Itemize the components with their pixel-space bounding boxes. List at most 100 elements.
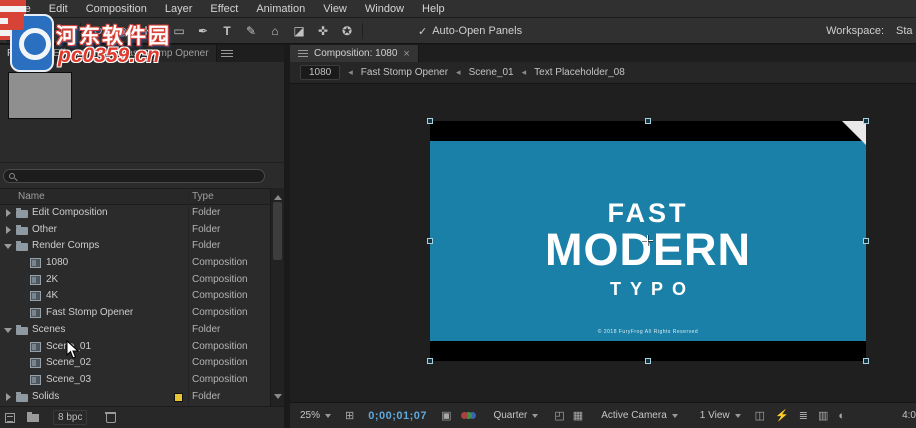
project-scrollbar[interactable] [270, 188, 284, 406]
project-row-2k[interactable]: 2K Composition [0, 272, 270, 289]
project-row-scenes[interactable]: Scenes Folder [0, 322, 270, 339]
composition-icon [30, 275, 41, 285]
menu-animation[interactable]: Animation [247, 3, 314, 15]
menu-composition[interactable]: Composition [77, 3, 156, 15]
project-row-scene-02[interactable]: Scene_02 Composition [0, 355, 270, 372]
checkbox-check-icon: ✓ [418, 25, 427, 38]
project-column-headers: Name Type [0, 188, 284, 205]
roto-brush-tool[interactable]: ✜ [312, 20, 334, 42]
menu-edit[interactable]: Edit [40, 3, 77, 15]
selection-handle[interactable] [645, 118, 651, 124]
project-row-other[interactable]: Other Folder [0, 222, 270, 239]
panel-menu-icon[interactable] [219, 45, 235, 62]
grid-options-icon[interactable]: ⊞ [345, 410, 354, 422]
menu-layer[interactable]: Layer [156, 3, 202, 15]
menu-view[interactable]: View [314, 3, 356, 15]
menu-file[interactable]: File [4, 3, 40, 15]
panel-menu-icon[interactable] [298, 50, 308, 57]
project-row-solids[interactable]: Solids Folder [0, 389, 270, 406]
selection-handle[interactable] [863, 118, 869, 124]
menu-window[interactable]: Window [356, 3, 413, 15]
selection-handle[interactable] [427, 358, 433, 364]
timeline-icon[interactable]: ≣ [799, 410, 808, 422]
disclosure-icon[interactable] [6, 209, 15, 217]
auto-open-panels-toggle[interactable]: ✓ Auto-Open Panels [418, 18, 522, 44]
composition-canvas[interactable]: FAST MODERN TYPO © 2018 FuryFrog All Rig… [430, 121, 866, 361]
tab-effect-controls[interactable]: Effect Controls Fast Stomp Opener [46, 45, 216, 62]
trash-icon[interactable] [105, 411, 116, 424]
magnification-dropdown[interactable]: 25% [296, 408, 335, 423]
project-row-render-comps[interactable]: Render Comps Folder [0, 238, 270, 255]
scroll-up-icon[interactable] [274, 191, 282, 200]
project-bit-depth[interactable]: 8 bpc [53, 410, 87, 425]
show-channels-icon[interactable] [461, 411, 479, 421]
project-row-scene-03[interactable]: Scene_03 Composition [0, 372, 270, 389]
breadcrumb-separator-icon: ◂ [348, 67, 353, 78]
workspace-dropdown[interactable]: Sta [896, 25, 916, 37]
eraser-tool[interactable]: ◪ [288, 20, 310, 42]
brush-tool[interactable]: ✎ [240, 20, 262, 42]
item-type: Folder [192, 324, 220, 335]
project-row-4k[interactable]: 4K Composition [0, 288, 270, 305]
disclosure-icon[interactable] [6, 226, 15, 234]
disclosure-icon[interactable] [4, 328, 12, 337]
selection-handle[interactable] [863, 238, 869, 244]
breadcrumb-root[interactable]: 1080 [300, 65, 340, 80]
puppet-pin-tool[interactable]: ✪ [336, 20, 358, 42]
type-tool[interactable]: T [216, 20, 238, 42]
view-layout-dropdown[interactable]: 1 View [696, 408, 745, 423]
scrollbar-thumb[interactable] [273, 202, 282, 260]
pan-behind-tool[interactable]: ✛ [135, 20, 157, 42]
flowchart-icon[interactable]: ▥ [818, 410, 828, 422]
interpret-footage-icon[interactable] [5, 413, 15, 423]
label-color-chip[interactable] [174, 393, 183, 402]
search-input[interactable] [3, 169, 265, 183]
selection-handle[interactable] [645, 358, 651, 364]
exposure-icon[interactable]: ◐ [838, 410, 845, 422]
selection-handle[interactable] [863, 358, 869, 364]
project-row-1080[interactable]: 1080 Composition [0, 255, 270, 272]
transparency-grid-icon[interactable]: ▦ [573, 410, 583, 422]
pen-tool[interactable]: ✒ [192, 20, 214, 42]
new-folder-icon[interactable] [27, 414, 39, 422]
selection-handle[interactable] [427, 118, 433, 124]
breadcrumb-item[interactable]: Fast Stomp Opener [361, 67, 448, 78]
menu-effect[interactable]: Effect [201, 3, 247, 15]
anchor-point[interactable] [642, 235, 653, 246]
rotation-tool[interactable]: ↻ [87, 20, 109, 42]
selection-handle[interactable] [427, 238, 433, 244]
snapshot-icon[interactable]: ▣ [441, 410, 451, 422]
tab-project[interactable]: Project [0, 45, 46, 62]
item-type: Composition [192, 341, 248, 352]
3d-view-dropdown[interactable]: Active Camera [597, 408, 682, 423]
project-row-edit-composition[interactable]: Edit Composition Folder [0, 205, 270, 222]
fast-previews-icon[interactable]: ⚡ [775, 410, 789, 422]
region-of-interest-icon[interactable]: ◰ [554, 410, 564, 422]
close-icon[interactable]: × [403, 48, 409, 60]
breadcrumb-item[interactable]: Scene_01 [469, 67, 514, 78]
disclosure-icon[interactable] [6, 393, 15, 401]
project-row-fast-stomp-opener[interactable]: Fast Stomp Opener Composition [0, 305, 270, 322]
toolbar-separator [80, 23, 81, 39]
breadcrumb-item[interactable]: Text Placeholder_08 [534, 67, 625, 78]
column-header-name[interactable]: Name [18, 191, 45, 202]
menu-help[interactable]: Help [413, 3, 454, 15]
zoom-tool[interactable]: ⊙ [54, 20, 76, 42]
pixel-aspect-correction-icon[interactable]: ◫ [755, 410, 765, 422]
resolution-dropdown[interactable]: Quarter [489, 408, 542, 423]
current-time[interactable]: 0;00;01;07 [368, 410, 427, 422]
scroll-down-icon[interactable] [274, 394, 282, 403]
selection-tool[interactable]: ↖ [6, 20, 28, 42]
hand-tool[interactable]: ✥ [30, 20, 52, 42]
tab-composition-1080[interactable]: Composition: 1080 × [290, 45, 419, 62]
shape-tool[interactable]: ▭ [168, 20, 190, 42]
footage-thumbnail [8, 72, 72, 119]
disclosure-icon[interactable] [4, 244, 12, 253]
composition-viewer[interactable]: FAST MODERN TYPO © 2018 FuryFrog All Rig… [290, 83, 916, 402]
3d-view-value: Active Camera [601, 410, 667, 421]
column-header-type[interactable]: Type [192, 191, 214, 202]
clone-stamp-tool[interactable]: ⌂ [264, 20, 286, 42]
composition-icon [30, 258, 41, 268]
unified-camera-tool[interactable]: ◉ [111, 20, 133, 42]
project-row-scene-01[interactable]: Scene_01 Composition [0, 339, 270, 356]
